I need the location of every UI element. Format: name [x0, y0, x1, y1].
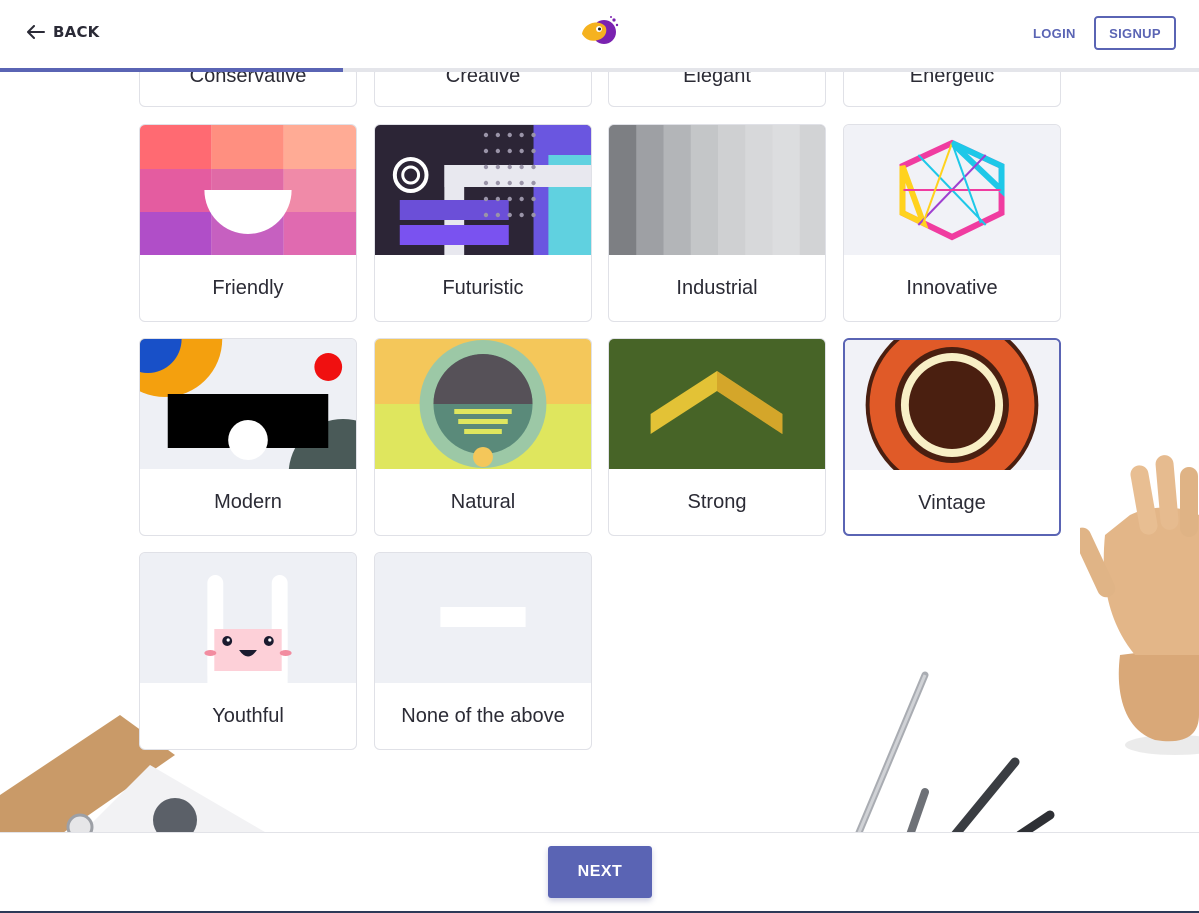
top-header: BACK LOGIN SIGNUP — [0, 0, 1199, 72]
style-card-label: Innovative — [906, 276, 998, 299]
style-card-innovative[interactable]: Innovative — [843, 124, 1061, 322]
progress-fill — [0, 68, 343, 72]
style-card-elegant[interactable]: Elegant — [608, 67, 826, 107]
style-card-label: None of the above — [401, 704, 565, 727]
arrow-left-icon — [27, 25, 45, 39]
style-card-friendly[interactable]: Friendly — [139, 124, 357, 322]
signup-button[interactable]: SIGNUP — [1094, 16, 1176, 50]
friendly-thumbnail — [140, 125, 356, 255]
progress-bar — [0, 68, 1199, 72]
pencils-decoration — [850, 670, 1060, 840]
modern-thumbnail — [140, 339, 356, 469]
vintage-thumbnail — [845, 340, 1059, 470]
none-thumbnail — [375, 553, 591, 683]
style-card-futuristic[interactable]: Futuristic — [374, 124, 592, 322]
footer-bar: NEXT — [0, 832, 1199, 913]
style-card-label: Vintage — [918, 491, 986, 514]
style-card-label: Friendly — [212, 276, 284, 299]
futuristic-thumbnail — [375, 125, 591, 255]
parrot-logo-icon — [582, 16, 619, 44]
youthful-thumbnail — [140, 553, 356, 683]
login-link[interactable]: LOGIN — [1033, 26, 1076, 41]
innovative-thumbnail — [844, 125, 1060, 255]
style-card-natural[interactable]: Natural — [374, 338, 592, 536]
wooden-hand-decoration — [1073, 455, 1199, 760]
style-card-energetic[interactable]: Energetic — [843, 67, 1061, 107]
style-card-vintage[interactable]: Vintage — [843, 338, 1061, 536]
style-card-conservative[interactable]: Conservative — [139, 67, 357, 107]
next-button[interactable]: NEXT — [548, 846, 652, 898]
strong-thumbnail — [609, 339, 825, 469]
style-card-label: Natural — [450, 490, 516, 513]
natural-thumbnail — [375, 339, 591, 469]
industrial-thumbnail — [609, 125, 825, 255]
style-card-industrial[interactable]: Industrial — [608, 124, 826, 322]
style-card-modern[interactable]: Modern — [139, 338, 357, 536]
style-card-label: Industrial — [676, 276, 758, 299]
style-card-label: Modern — [214, 490, 282, 513]
style-card-label: Strong — [687, 490, 747, 513]
back-button[interactable]: BACK — [27, 23, 99, 41]
style-card-label: Futuristic — [442, 276, 524, 299]
style-card-none-of-the-above[interactable]: None of the above — [374, 552, 592, 750]
style-card-label: Youthful — [212, 704, 284, 727]
brand-logo[interactable] — [578, 14, 622, 55]
style-card-strong[interactable]: Strong — [608, 338, 826, 536]
back-label: BACK — [53, 23, 100, 41]
style-card-creative[interactable]: Creative — [374, 67, 592, 107]
style-card-youthful[interactable]: Youthful — [139, 552, 357, 750]
